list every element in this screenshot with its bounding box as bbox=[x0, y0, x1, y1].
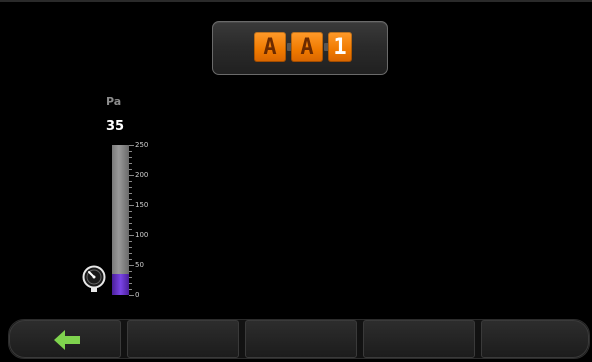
scale-tick bbox=[129, 259, 132, 260]
scale-tick bbox=[129, 223, 132, 224]
toolbar-button-3[interactable] bbox=[245, 320, 357, 358]
scale-tick-label: 0 bbox=[135, 291, 140, 299]
scale-tick bbox=[129, 271, 132, 272]
status-display-panel: A A 1 bbox=[212, 21, 388, 75]
toolbar-button-2[interactable] bbox=[127, 320, 239, 358]
gauge-unit-label: Pa bbox=[106, 95, 122, 108]
scale-tick bbox=[129, 169, 132, 170]
scale-tick bbox=[129, 283, 132, 284]
display-tile-1: A bbox=[254, 32, 286, 62]
display-tile-2: A bbox=[291, 32, 323, 62]
pressure-bar bbox=[112, 145, 129, 295]
pressure-gauge-icon bbox=[82, 265, 106, 292]
scale-tick-label: 250 bbox=[135, 141, 149, 149]
scale-tick bbox=[129, 175, 134, 176]
scale-tick bbox=[129, 151, 132, 152]
scale-tick bbox=[129, 163, 132, 164]
pressure-bar-fill bbox=[112, 274, 129, 295]
scale-tick bbox=[129, 289, 132, 290]
scale-tick-label: 50 bbox=[135, 261, 144, 269]
scale-tick bbox=[129, 157, 132, 158]
scale-tick bbox=[129, 247, 132, 248]
scale-tick bbox=[129, 295, 134, 296]
scale-tick-label: 200 bbox=[135, 171, 149, 179]
scale-tick-label: 100 bbox=[135, 231, 149, 239]
scale-tick bbox=[129, 217, 132, 218]
top-divider bbox=[0, 0, 592, 2]
scale-tick bbox=[129, 235, 134, 236]
scale-tick bbox=[129, 265, 134, 266]
display-tile-3: 1 bbox=[328, 32, 352, 62]
gauge-value-label: 35 bbox=[106, 119, 125, 134]
back-button[interactable] bbox=[9, 320, 121, 358]
toolbar-button-5[interactable] bbox=[481, 320, 589, 358]
scale-tick-label: 150 bbox=[135, 201, 149, 209]
scale-tick bbox=[129, 253, 132, 254]
scale-tick bbox=[129, 211, 132, 212]
scale-tick bbox=[129, 277, 132, 278]
bottom-toolbar bbox=[8, 319, 590, 359]
pressure-scale: 250 200 150 100 50 0 bbox=[129, 141, 159, 299]
scale-tick bbox=[129, 145, 134, 146]
scale-tick bbox=[129, 193, 132, 194]
toolbar-button-4[interactable] bbox=[363, 320, 475, 358]
scale-tick bbox=[129, 199, 132, 200]
scale-tick bbox=[129, 229, 132, 230]
scale-tick bbox=[129, 241, 132, 242]
scale-tick bbox=[129, 187, 132, 188]
scale-tick bbox=[129, 181, 132, 182]
back-arrow-icon bbox=[54, 330, 80, 350]
scale-tick bbox=[129, 205, 134, 206]
